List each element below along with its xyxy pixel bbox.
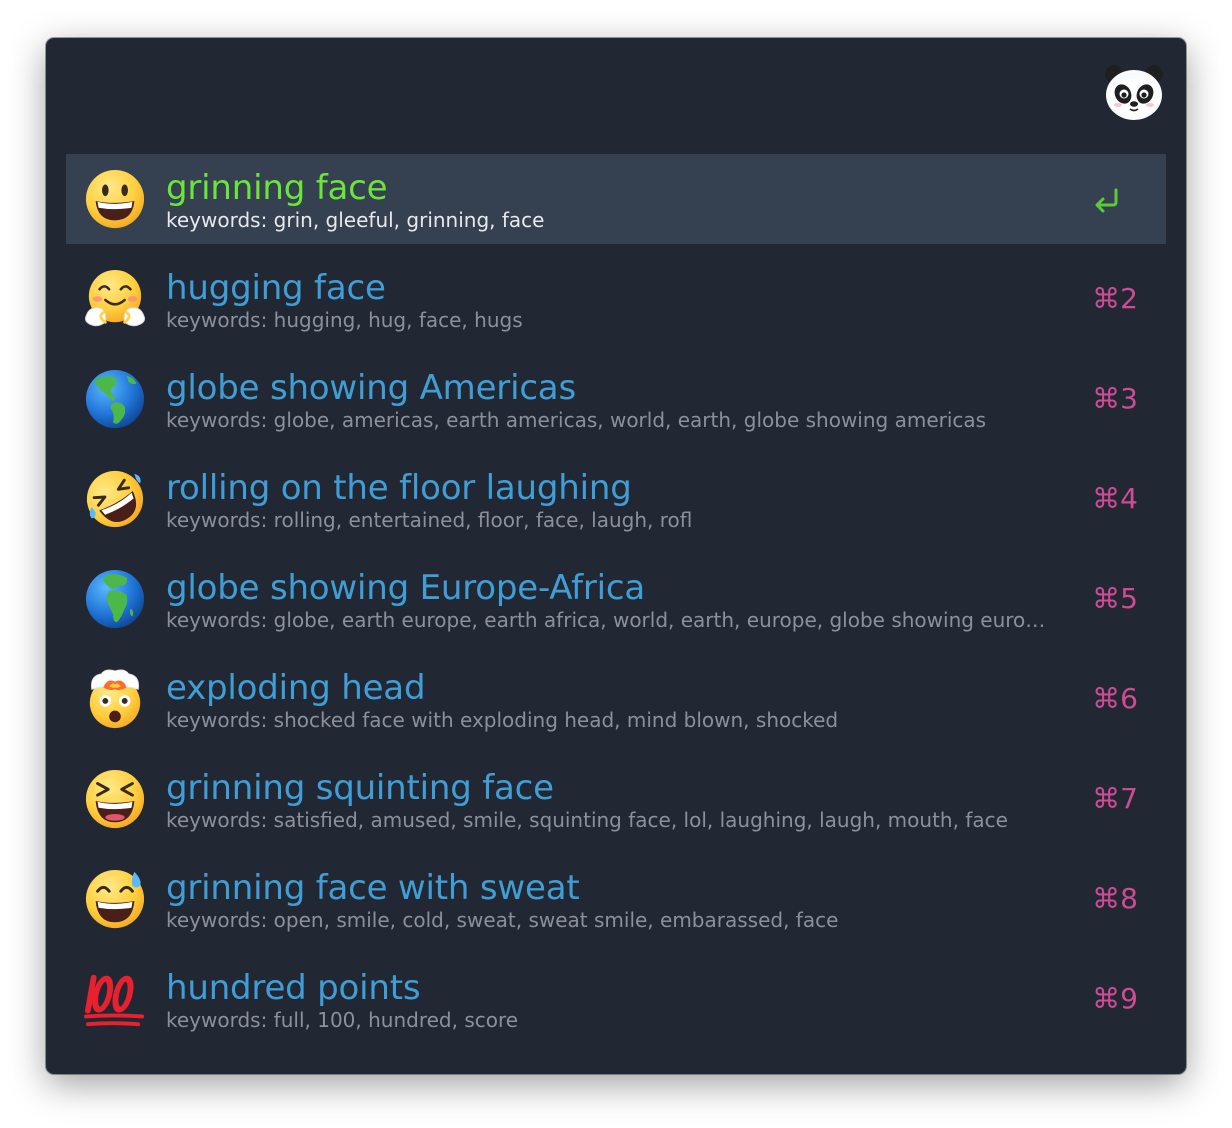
result-subtitle: keywords: grin, gleeful, grinning, face	[166, 208, 545, 232]
result-subtitle: keywords: hugging, hug, face, hugs	[166, 308, 523, 332]
keyboard-shortcut: ⌘6	[1092, 682, 1138, 715]
keyboard-shortcut: ⌘2	[1092, 282, 1138, 315]
result-row[interactable]: hugging face keywords: hugging, hug, fac…	[66, 254, 1166, 344]
result-row[interactable]: globe showing Americas keywords: globe, …	[66, 354, 1166, 444]
result-title: globe showing Europe-Africa	[166, 568, 646, 608]
grinning-face-icon	[85, 169, 145, 229]
result-title: grinning face with sweat	[166, 868, 580, 908]
result-row[interactable]: exploding head keywords: shocked face wi…	[66, 654, 1166, 744]
result-subtitle: keywords: open, smile, cold, sweat, swea…	[166, 908, 839, 932]
grinning-squinting-face-icon	[85, 769, 145, 829]
search-input[interactable]	[66, 66, 1090, 118]
return-key-icon	[1095, 188, 1118, 213]
keyboard-shortcut: ⌘3	[1092, 382, 1138, 415]
result-subtitle: keywords: full, 100, hundred, score	[166, 1008, 519, 1032]
result-row[interactable]: globe showing Europe-Africa keywords: gl…	[66, 554, 1166, 644]
globe-europe-africa-icon	[85, 569, 145, 629]
result-row[interactable]: grinning face keywords: grin, gleeful, g…	[66, 154, 1166, 244]
result-row[interactable]: rolling on the floor laughing keywords: …	[66, 454, 1166, 544]
keyboard-shortcut: ⌘7	[1092, 782, 1138, 815]
result-title: grinning squinting face	[166, 768, 554, 808]
result-subtitle: keywords: globe, americas, earth america…	[166, 408, 987, 432]
result-row[interactable]: grinning squinting face keywords: satisf…	[66, 754, 1166, 844]
globe-americas-icon	[85, 369, 145, 429]
hundred-points-icon	[84, 974, 145, 1027]
result-subtitle: keywords: rolling, entertained, floor, f…	[166, 508, 693, 532]
rofl-icon	[86, 470, 144, 528]
keyboard-shortcut: ⌘9	[1092, 982, 1138, 1015]
result-subtitle: keywords: shocked face with exploding he…	[166, 708, 839, 732]
panda-icon	[1105, 65, 1163, 120]
results-list: grinning face keywords: grin, gleeful, g…	[66, 154, 1166, 1054]
result-title: exploding head	[166, 668, 426, 708]
keyboard-shortcut: ⌘4	[1092, 482, 1138, 515]
search-bar	[46, 38, 1186, 154]
result-row[interactable]: hundred points keywords: full, 100, hund…	[66, 954, 1166, 1044]
result-subtitle: keywords: globe, earth europe, earth afr…	[166, 608, 1046, 632]
hugging-face-icon	[84, 269, 146, 327]
keyboard-shortcut: ⌘5	[1092, 582, 1138, 615]
result-row[interactable]: grinning face with sweat keywords: open,…	[66, 854, 1166, 944]
result-title: hundred points	[166, 968, 421, 1008]
grinning-face-with-sweat-icon	[85, 869, 145, 929]
exploding-head-icon	[89, 669, 141, 729]
result-title: grinning face	[166, 168, 388, 208]
result-subtitle: keywords: satisfied, amused, smile, squi…	[166, 808, 1008, 832]
launcher-window: grinning face keywords: grin, gleeful, g…	[46, 38, 1186, 1074]
result-title: globe showing Americas	[166, 368, 576, 408]
result-title: hugging face	[166, 268, 386, 308]
keyboard-shortcut: ⌘8	[1092, 882, 1138, 915]
result-title: rolling on the floor laughing	[166, 468, 632, 508]
